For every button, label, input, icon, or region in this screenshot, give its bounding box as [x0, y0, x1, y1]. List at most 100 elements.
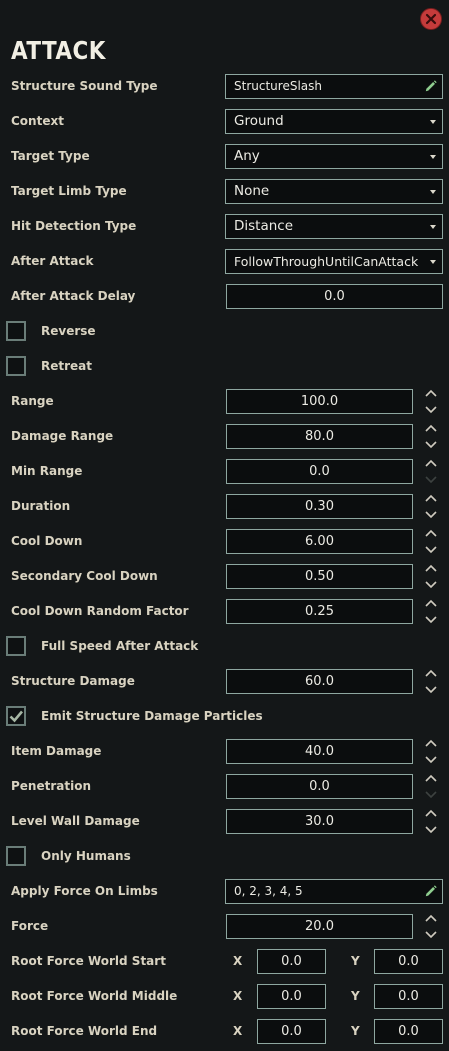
label: Range [11, 394, 54, 408]
damage-range-input[interactable]: 80.0 [226, 424, 413, 449]
penetration-input[interactable]: 0.0 [226, 774, 413, 799]
cool-down-random-factor-stepper[interactable] [422, 597, 440, 626]
label: Item Damage [11, 744, 102, 758]
label: Force [11, 919, 49, 933]
min-range-stepper[interactable] [422, 457, 440, 486]
chevron-down-icon [425, 931, 437, 939]
chevron-down-icon [425, 826, 437, 834]
apply-force-on-limbs-input[interactable]: 0, 2, 3, 4, 5 [225, 879, 443, 904]
row-cool-down-random-factor: Cool Down Random Factor 0.25 [0, 594, 449, 629]
row-reverse: Reverse [0, 314, 449, 349]
only-humans-checkbox[interactable] [6, 846, 26, 866]
cool-down-stepper[interactable] [422, 527, 440, 556]
chevron-down-icon [430, 260, 436, 264]
damage-range-stepper[interactable] [422, 422, 440, 451]
label: Penetration [11, 779, 92, 793]
chevron-up-icon [425, 774, 437, 782]
chevron-down-icon [425, 791, 437, 799]
row-after-attack-delay: After Attack Delay 0.0 [0, 279, 449, 314]
label: Cool Down [11, 534, 83, 548]
chevron-down-icon [425, 441, 437, 449]
label: Emit Structure Damage Particles [41, 709, 263, 723]
row-structure-sound-type: Structure Sound Type StructureSlash [0, 69, 449, 104]
panel-title: ATTACK [11, 36, 106, 65]
chevron-up-icon [425, 564, 437, 572]
root-force-world-start-x-input[interactable]: 0.0 [257, 949, 326, 974]
label: Duration [11, 499, 71, 513]
row-apply-force-on-limbs: Apply Force On Limbs 0, 2, 3, 4, 5 [0, 874, 449, 909]
value: StructureSlash [234, 79, 322, 93]
label: Target Limb Type [11, 184, 127, 198]
level-wall-damage-stepper[interactable] [422, 807, 440, 836]
close-button[interactable] [420, 8, 442, 30]
chevron-down-icon [430, 120, 436, 124]
label: After Attack [11, 254, 94, 268]
chevron-up-icon [425, 459, 437, 467]
root-force-world-middle-x-input[interactable]: 0.0 [257, 984, 326, 1009]
x-label: X [233, 989, 243, 1003]
emit-structure-damage-particles-checkbox[interactable] [6, 706, 26, 726]
value: None [234, 183, 270, 199]
root-force-world-end-x-input[interactable]: 0.0 [257, 1019, 326, 1044]
range-input[interactable]: 100.0 [226, 389, 413, 414]
root-force-world-middle-y-input[interactable]: 0.0 [374, 984, 443, 1009]
retreat-checkbox[interactable] [6, 356, 26, 376]
hit-detection-type-dropdown[interactable]: Distance [225, 214, 443, 239]
structure-damage-stepper[interactable] [422, 667, 440, 696]
pencil-icon[interactable] [423, 884, 438, 899]
cool-down-input[interactable]: 6.00 [226, 529, 413, 554]
label: Level Wall Damage [11, 814, 140, 828]
chevron-down-icon [425, 756, 437, 764]
force-stepper[interactable] [422, 912, 440, 941]
label: Retreat [41, 359, 93, 373]
min-range-input[interactable]: 0.0 [226, 459, 413, 484]
chevron-down-icon [430, 155, 436, 159]
checkmark-icon [9, 710, 23, 723]
secondary-cool-down-stepper[interactable] [422, 562, 440, 591]
target-limb-type-dropdown[interactable]: None [225, 179, 443, 204]
chevron-down-icon [430, 225, 436, 229]
chevron-up-icon [425, 424, 437, 432]
chevron-down-icon [425, 511, 437, 519]
level-wall-damage-input[interactable]: 30.0 [226, 809, 413, 834]
value: Distance [234, 218, 294, 234]
value: 0, 2, 3, 4, 5 [234, 884, 303, 898]
duration-input[interactable]: 0.30 [226, 494, 413, 519]
label: Full Speed After Attack [41, 639, 199, 653]
after-attack-dropdown[interactable]: FollowThroughUntilCanAttack [225, 249, 443, 274]
context-dropdown[interactable]: Ground [225, 109, 443, 134]
range-stepper[interactable] [422, 387, 440, 416]
pencil-icon[interactable] [423, 79, 438, 94]
row-root-force-world-start: Root Force World Start X 0.0 Y 0.0 [0, 944, 449, 979]
secondary-cool-down-input[interactable]: 0.50 [226, 564, 413, 589]
after-attack-delay-input[interactable]: 0.0 [226, 284, 443, 309]
label: Hit Detection Type [11, 219, 137, 233]
chevron-up-icon [425, 809, 437, 817]
chevron-down-icon [425, 406, 437, 414]
label: Target Type [11, 149, 90, 163]
label: Only Humans [41, 849, 131, 863]
item-damage-stepper[interactable] [422, 737, 440, 766]
force-input[interactable]: 20.0 [226, 914, 413, 939]
target-type-dropdown[interactable]: Any [225, 144, 443, 169]
value: FollowThroughUntilCanAttack [234, 254, 419, 269]
chevron-down-icon [430, 190, 436, 194]
duration-stepper[interactable] [422, 492, 440, 521]
row-damage-range: Damage Range 80.0 [0, 419, 449, 454]
cool-down-random-factor-input[interactable]: 0.25 [226, 599, 413, 624]
x-label: X [233, 1024, 243, 1038]
row-full-speed-after-attack: Full Speed After Attack [0, 629, 449, 664]
penetration-stepper[interactable] [422, 772, 440, 801]
structure-sound-type-input[interactable]: StructureSlash [225, 74, 443, 99]
reverse-checkbox[interactable] [6, 321, 26, 341]
root-force-world-start-y-input[interactable]: 0.0 [374, 949, 443, 974]
row-penetration: Penetration 0.0 [0, 769, 449, 804]
full-speed-after-attack-checkbox[interactable] [6, 636, 26, 656]
root-force-world-end-y-input[interactable]: 0.0 [374, 1019, 443, 1044]
chevron-down-icon [425, 581, 437, 589]
label: After Attack Delay [11, 289, 136, 303]
row-item-damage: Item Damage 40.0 [0, 734, 449, 769]
structure-damage-input[interactable]: 60.0 [226, 669, 413, 694]
item-damage-input[interactable]: 40.0 [226, 739, 413, 764]
y-label: Y [351, 989, 360, 1003]
